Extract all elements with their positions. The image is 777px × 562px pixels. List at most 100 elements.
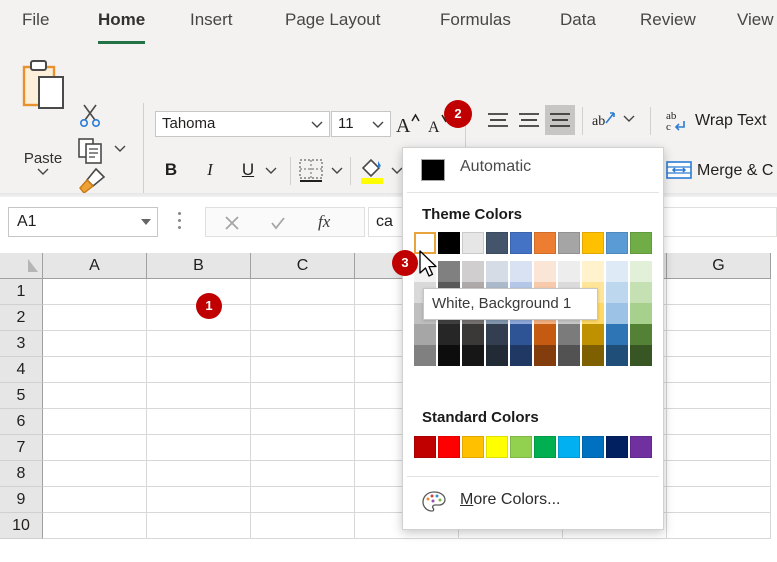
- tab-review[interactable]: Review: [640, 10, 696, 38]
- cell-G9[interactable]: [667, 487, 771, 513]
- borders-icon[interactable]: [297, 157, 325, 185]
- column-header-a[interactable]: A: [43, 253, 147, 279]
- automatic-color-item[interactable]: Automatic: [403, 148, 663, 192]
- tab-view[interactable]: View: [737, 10, 774, 38]
- cell-C3[interactable]: [251, 331, 355, 357]
- theme-swatch-3-0[interactable]: [486, 232, 508, 254]
- theme-swatch-6-1[interactable]: [558, 261, 580, 282]
- row-header-2[interactable]: 2: [0, 305, 43, 331]
- cell-G3[interactable]: [667, 331, 771, 357]
- row-header-6[interactable]: 6: [0, 409, 43, 435]
- cell-G8[interactable]: [667, 461, 771, 487]
- cell-G4[interactable]: [667, 357, 771, 383]
- theme-swatch-2-1[interactable]: [462, 261, 484, 282]
- theme-swatch-2-4[interactable]: [462, 324, 484, 345]
- theme-swatch-9-5[interactable]: [630, 345, 652, 366]
- borders-chevron-down-icon[interactable]: [328, 163, 346, 177]
- tab-insert[interactable]: Insert: [190, 10, 233, 38]
- fx-label[interactable]: fx: [318, 212, 330, 232]
- cell-A4[interactable]: [43, 357, 147, 383]
- theme-swatch-1-1[interactable]: [438, 261, 460, 282]
- cell-A9[interactable]: [43, 487, 147, 513]
- standard-swatch-light-green[interactable]: [510, 436, 532, 458]
- cell-G5[interactable]: [667, 383, 771, 409]
- copy-icon[interactable]: [76, 135, 106, 165]
- theme-swatch-6-0[interactable]: [558, 232, 580, 254]
- standard-swatch-light-blue[interactable]: [558, 436, 580, 458]
- theme-swatch-5-0[interactable]: [534, 232, 556, 254]
- cell-B9[interactable]: [147, 487, 251, 513]
- theme-swatch-8-3[interactable]: [606, 303, 628, 324]
- tab-home[interactable]: Home: [98, 10, 146, 44]
- row-header-5[interactable]: 5: [0, 383, 43, 409]
- column-header-c[interactable]: C: [251, 253, 355, 279]
- row-header-4[interactable]: 4: [0, 357, 43, 383]
- theme-swatch-8-0[interactable]: [606, 232, 628, 254]
- merge-center-label[interactable]: Merge & C: [697, 162, 773, 180]
- theme-swatch-8-5[interactable]: [606, 345, 628, 366]
- cell-C5[interactable]: [251, 383, 355, 409]
- theme-swatch-8-4[interactable]: [606, 324, 628, 345]
- cancel-icon[interactable]: [224, 215, 240, 231]
- cell-C7[interactable]: [251, 435, 355, 461]
- format-painter-icon[interactable]: [76, 166, 108, 196]
- cell-A8[interactable]: [43, 461, 147, 487]
- name-box[interactable]: A1: [8, 207, 158, 237]
- row-header-8[interactable]: 8: [0, 461, 43, 487]
- cell-A3[interactable]: [43, 331, 147, 357]
- merge-center-icon[interactable]: [664, 155, 694, 185]
- tab-page-layout[interactable]: Page Layout: [285, 10, 380, 38]
- theme-swatch-4-1[interactable]: [510, 261, 532, 282]
- cell-B5[interactable]: [147, 383, 251, 409]
- confirm-icon[interactable]: [270, 215, 286, 231]
- cell-B8[interactable]: [147, 461, 251, 487]
- theme-swatch-1-4[interactable]: [438, 324, 460, 345]
- cell-B7[interactable]: [147, 435, 251, 461]
- tab-file[interactable]: File: [22, 10, 49, 38]
- theme-swatch-0-4[interactable]: [414, 324, 436, 345]
- row-header-9[interactable]: 9: [0, 487, 43, 513]
- cell-C4[interactable]: [251, 357, 355, 383]
- theme-swatch-7-5[interactable]: [582, 345, 604, 366]
- row-header-3[interactable]: 3: [0, 331, 43, 357]
- select-all-button[interactable]: [0, 253, 43, 279]
- orientation-icon[interactable]: ab: [589, 105, 619, 135]
- cell-C9[interactable]: [251, 487, 355, 513]
- cell-G7[interactable]: [667, 435, 771, 461]
- theme-swatch-8-1[interactable]: [606, 261, 628, 282]
- cell-A7[interactable]: [43, 435, 147, 461]
- row-header-1[interactable]: 1: [0, 279, 43, 305]
- cell-B10[interactable]: [147, 513, 251, 539]
- theme-swatch-8-2[interactable]: [606, 282, 628, 303]
- standard-swatch-blue[interactable]: [582, 436, 604, 458]
- standard-swatch-green[interactable]: [534, 436, 556, 458]
- theme-swatch-2-0[interactable]: [462, 232, 484, 254]
- column-header-b[interactable]: B: [147, 253, 251, 279]
- align-top-button[interactable]: [483, 105, 513, 135]
- cell-G2[interactable]: [667, 305, 771, 331]
- cell-G6[interactable]: [667, 409, 771, 435]
- theme-swatch-1-5[interactable]: [438, 345, 460, 366]
- align-middle-button[interactable]: [514, 105, 544, 135]
- theme-swatch-9-1[interactable]: [630, 261, 652, 282]
- cell-C1[interactable]: [251, 279, 355, 305]
- theme-swatch-7-0[interactable]: [582, 232, 604, 254]
- orientation-chevron-down-icon[interactable]: [620, 111, 638, 125]
- theme-swatch-1-0[interactable]: [438, 232, 460, 254]
- italic-button[interactable]: I: [196, 155, 224, 185]
- cell-C6[interactable]: [251, 409, 355, 435]
- font-name-chevron-down-icon[interactable]: [311, 121, 323, 129]
- cell-C2[interactable]: [251, 305, 355, 331]
- theme-swatch-3-1[interactable]: [486, 261, 508, 282]
- theme-swatch-7-4[interactable]: [582, 324, 604, 345]
- name-box-chevron-down-icon[interactable]: [141, 219, 151, 226]
- theme-swatch-7-1[interactable]: [582, 261, 604, 282]
- theme-swatch-4-4[interactable]: [510, 324, 532, 345]
- row-header-10[interactable]: 10: [0, 513, 43, 539]
- wrap-text-label[interactable]: Wrap Text: [695, 112, 766, 130]
- font-size-combobox[interactable]: 11: [331, 111, 391, 137]
- font-name-combobox[interactable]: Tahoma: [155, 111, 330, 137]
- standard-swatch-dark-red[interactable]: [414, 436, 436, 458]
- theme-swatch-2-5[interactable]: [462, 345, 484, 366]
- theme-swatch-9-4[interactable]: [630, 324, 652, 345]
